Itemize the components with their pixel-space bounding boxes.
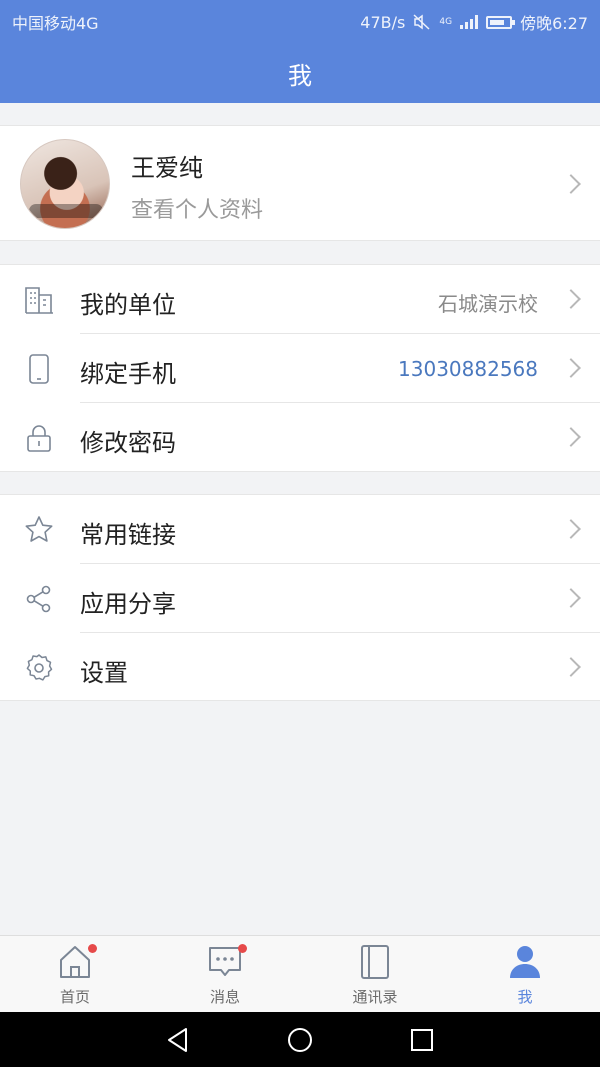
- chevron-right-icon: [561, 588, 581, 608]
- star-icon: [25, 516, 53, 542]
- recents-icon[interactable]: [408, 1026, 436, 1054]
- phone-value: 13030882568: [398, 357, 538, 381]
- clock: 傍晚6:27: [520, 14, 588, 33]
- row-app-share[interactable]: 应用分享: [0, 564, 600, 633]
- row-change-password[interactable]: 修改密码: [0, 403, 600, 472]
- contacts-icon: [361, 945, 389, 979]
- avatar[interactable]: [20, 139, 110, 229]
- row-label: 修改密码: [80, 429, 176, 457]
- account-group: 我的单位 石城演示校 绑定手机 13030882568 修改密码: [0, 264, 600, 472]
- avatar-caption-band: [29, 204, 103, 218]
- profile-subtitle: 查看个人资料: [131, 198, 264, 223]
- status-bar: 中国移动4G 47B/s 4G 傍晚6:27: [0, 0, 600, 38]
- back-icon[interactable]: [164, 1026, 192, 1054]
- tab-label: 我: [517, 988, 533, 1006]
- badge-dot: [88, 944, 97, 953]
- system-nav-bar: [0, 1012, 600, 1067]
- chevron-right-icon: [561, 358, 581, 378]
- row-label: 设置: [80, 659, 128, 687]
- share-icon: [26, 585, 51, 613]
- tab-label: 消息: [209, 988, 240, 1006]
- network-speed: 47B/s: [360, 12, 406, 32]
- tab-label: 首页: [59, 988, 90, 1006]
- person-icon: [510, 946, 540, 978]
- bottom-tab-bar: 首页 消息 通讯录 我: [0, 935, 600, 1012]
- chevron-right-icon: [561, 657, 581, 677]
- chevron-right-icon: [561, 174, 581, 194]
- mute-icon: [413, 14, 430, 30]
- tab-label: 通讯录: [352, 988, 398, 1006]
- home-icon: [60, 946, 90, 978]
- profile-name: 王爱纯: [131, 154, 203, 182]
- battery-icon: [486, 15, 516, 29]
- chevron-right-icon: [561, 519, 581, 539]
- tools-group: 常用链接 应用分享 设置: [0, 494, 600, 701]
- row-label: 我的单位: [80, 291, 176, 319]
- row-settings[interactable]: 设置: [0, 633, 600, 702]
- unit-value: 石城演示校: [438, 292, 538, 316]
- row-bind-phone[interactable]: 绑定手机 13030882568: [0, 334, 600, 403]
- badge-dot: [238, 944, 247, 953]
- network-type: 4G: [439, 17, 453, 27]
- lock-icon: [27, 425, 51, 452]
- row-label: 应用分享: [80, 590, 176, 618]
- phone-icon: [29, 354, 49, 384]
- tab-me[interactable]: 我: [450, 936, 600, 1013]
- building-icon: [25, 287, 53, 314]
- app-header: 中国移动4G 47B/s 4G 傍晚6:27 我: [0, 0, 600, 103]
- tab-home[interactable]: 首页: [0, 936, 150, 1013]
- message-icon: [209, 947, 241, 976]
- home-nav-icon[interactable]: [286, 1026, 314, 1054]
- tab-contacts[interactable]: 通讯录: [300, 936, 450, 1013]
- row-label: 绑定手机: [80, 360, 176, 388]
- chevron-right-icon: [561, 289, 581, 309]
- signal-icon: [460, 15, 479, 29]
- page-title: 我: [288, 62, 312, 90]
- status-right: 47B/s 4G 傍晚6:27: [360, 10, 588, 34]
- row-common-links[interactable]: 常用链接: [0, 495, 600, 564]
- chevron-right-icon: [561, 427, 581, 447]
- row-my-unit[interactable]: 我的单位 石城演示校: [0, 265, 600, 334]
- row-label: 常用链接: [80, 521, 176, 549]
- tab-messages[interactable]: 消息: [150, 936, 300, 1013]
- profile-card[interactable]: [0, 125, 600, 241]
- gear-icon: [26, 654, 53, 681]
- carrier-label: 中国移动4G: [12, 14, 99, 33]
